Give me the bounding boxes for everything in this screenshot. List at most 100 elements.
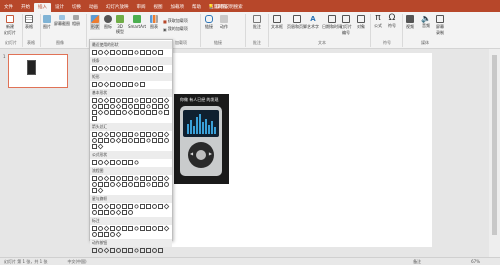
language[interactable]: 中文(中国)	[67, 259, 86, 265]
shape-option[interactable]	[163, 175, 170, 182]
shape-option[interactable]	[103, 203, 110, 210]
shape-option[interactable]	[164, 104, 169, 109]
shape-option[interactable]	[152, 104, 157, 109]
shape-option[interactable]	[133, 65, 140, 72]
shape-option[interactable]	[104, 110, 109, 115]
shape-option[interactable]	[115, 181, 122, 188]
shape-option[interactable]	[116, 110, 121, 115]
shape-option[interactable]	[104, 138, 109, 143]
shape-option[interactable]	[92, 116, 97, 121]
textbox-button[interactable]: 文本框	[271, 15, 283, 30]
shape-option[interactable]	[128, 160, 133, 165]
shape-option[interactable]	[92, 182, 97, 187]
shape-option[interactable]	[140, 66, 145, 71]
shape-option[interactable]	[140, 226, 145, 231]
shape-option[interactable]	[133, 225, 140, 232]
shape-option[interactable]	[92, 160, 97, 165]
tell-me-box[interactable]: 💡 操作说明搜索	[208, 4, 243, 11]
shape-option[interactable]	[128, 210, 133, 215]
shape-option[interactable]	[140, 82, 145, 87]
shape-option[interactable]	[103, 81, 110, 88]
shape-option[interactable]	[128, 66, 133, 71]
shape-option[interactable]	[104, 210, 109, 215]
shape-option[interactable]	[103, 97, 110, 104]
shape-option[interactable]	[128, 98, 133, 103]
tab-0[interactable]: 文件	[0, 3, 17, 12]
shape-option[interactable]	[115, 137, 122, 144]
shape-option[interactable]	[97, 187, 104, 194]
shape-option[interactable]	[140, 204, 145, 209]
shape-option[interactable]	[145, 137, 152, 144]
header-footer-button[interactable]: 页眉和页脚	[287, 15, 307, 30]
shape-option[interactable]	[128, 248, 133, 253]
tab-5[interactable]: 动画	[85, 3, 102, 12]
shape-option[interactable]	[163, 131, 170, 138]
shape-option[interactable]	[92, 110, 97, 115]
shape-option[interactable]	[146, 248, 151, 253]
shape-option[interactable]	[128, 132, 133, 137]
shape-option[interactable]	[122, 226, 127, 231]
shape-option[interactable]	[152, 50, 157, 55]
shape-option[interactable]	[146, 98, 151, 103]
symbol-button[interactable]: Ω 符号	[388, 14, 396, 29]
shape-option[interactable]	[158, 66, 163, 71]
shape-option[interactable]	[152, 226, 157, 231]
shape-option[interactable]	[158, 182, 163, 187]
shape-option[interactable]	[146, 110, 151, 115]
shape-option[interactable]	[103, 131, 110, 138]
3d-model-button[interactable]: 3D 模型	[116, 15, 124, 35]
shape-option[interactable]	[133, 49, 140, 56]
shape-option[interactable]	[97, 109, 104, 116]
shape-option[interactable]	[146, 132, 151, 137]
shape-option[interactable]	[122, 110, 127, 115]
image-button[interactable]: 图片	[43, 15, 51, 30]
shape-option[interactable]	[158, 104, 163, 109]
shape-option[interactable]	[134, 138, 139, 143]
date-time-button[interactable]: 日期和时间	[322, 15, 342, 30]
chart-button[interactable]: 图表	[150, 15, 158, 30]
shape-option[interactable]	[110, 98, 115, 103]
shape-option[interactable]	[122, 204, 127, 209]
new-slide-button[interactable]: 新建 幻灯片	[4, 15, 16, 36]
shape-option[interactable]	[103, 65, 110, 72]
shape-option[interactable]	[116, 132, 121, 137]
shape-option[interactable]	[98, 182, 103, 187]
shape-option[interactable]	[158, 226, 163, 231]
shape-option[interactable]	[116, 226, 121, 231]
shape-option[interactable]	[110, 138, 115, 143]
shape-option[interactable]	[128, 176, 133, 181]
shape-option[interactable]	[98, 98, 103, 103]
shape-option[interactable]	[122, 182, 127, 187]
shape-option[interactable]	[127, 109, 134, 116]
shape-option[interactable]	[97, 143, 104, 150]
shape-option[interactable]	[115, 209, 122, 216]
shape-option[interactable]	[133, 81, 140, 88]
shape-option[interactable]	[116, 160, 121, 165]
shape-option[interactable]	[158, 132, 163, 137]
shape-option[interactable]	[110, 160, 115, 165]
shape-option[interactable]	[116, 98, 121, 103]
tab-3[interactable]: 设计	[51, 3, 68, 12]
notes-button[interactable]: 备注	[413, 259, 421, 265]
shape-option[interactable]	[158, 176, 163, 181]
shape-option[interactable]	[133, 131, 140, 138]
shape-option[interactable]	[133, 203, 140, 210]
music-player-image[interactable]: 你做 有人已经 的发现 ◀ ▶	[174, 94, 229, 184]
shape-option[interactable]	[152, 176, 157, 181]
shape-option[interactable]	[110, 204, 115, 209]
shape-option[interactable]	[152, 248, 157, 253]
shape-option[interactable]	[98, 132, 103, 137]
shape-option[interactable]	[98, 232, 103, 237]
shape-option[interactable]	[98, 210, 103, 215]
shape-option[interactable]	[92, 188, 97, 193]
object-button[interactable]: 对象	[357, 15, 365, 30]
screen-record-button[interactable]: 屏幕 录制	[436, 15, 444, 36]
album-button[interactable]: 相册	[72, 15, 80, 27]
shape-option[interactable]	[122, 104, 127, 109]
shape-option[interactable]	[140, 110, 145, 115]
shapes-button[interactable]: 形状	[90, 15, 100, 30]
slide-thumbnail[interactable]	[8, 54, 68, 88]
shape-option[interactable]	[145, 181, 152, 188]
shape-option[interactable]	[163, 225, 170, 232]
tab-6[interactable]: 幻灯片放映	[102, 3, 133, 12]
